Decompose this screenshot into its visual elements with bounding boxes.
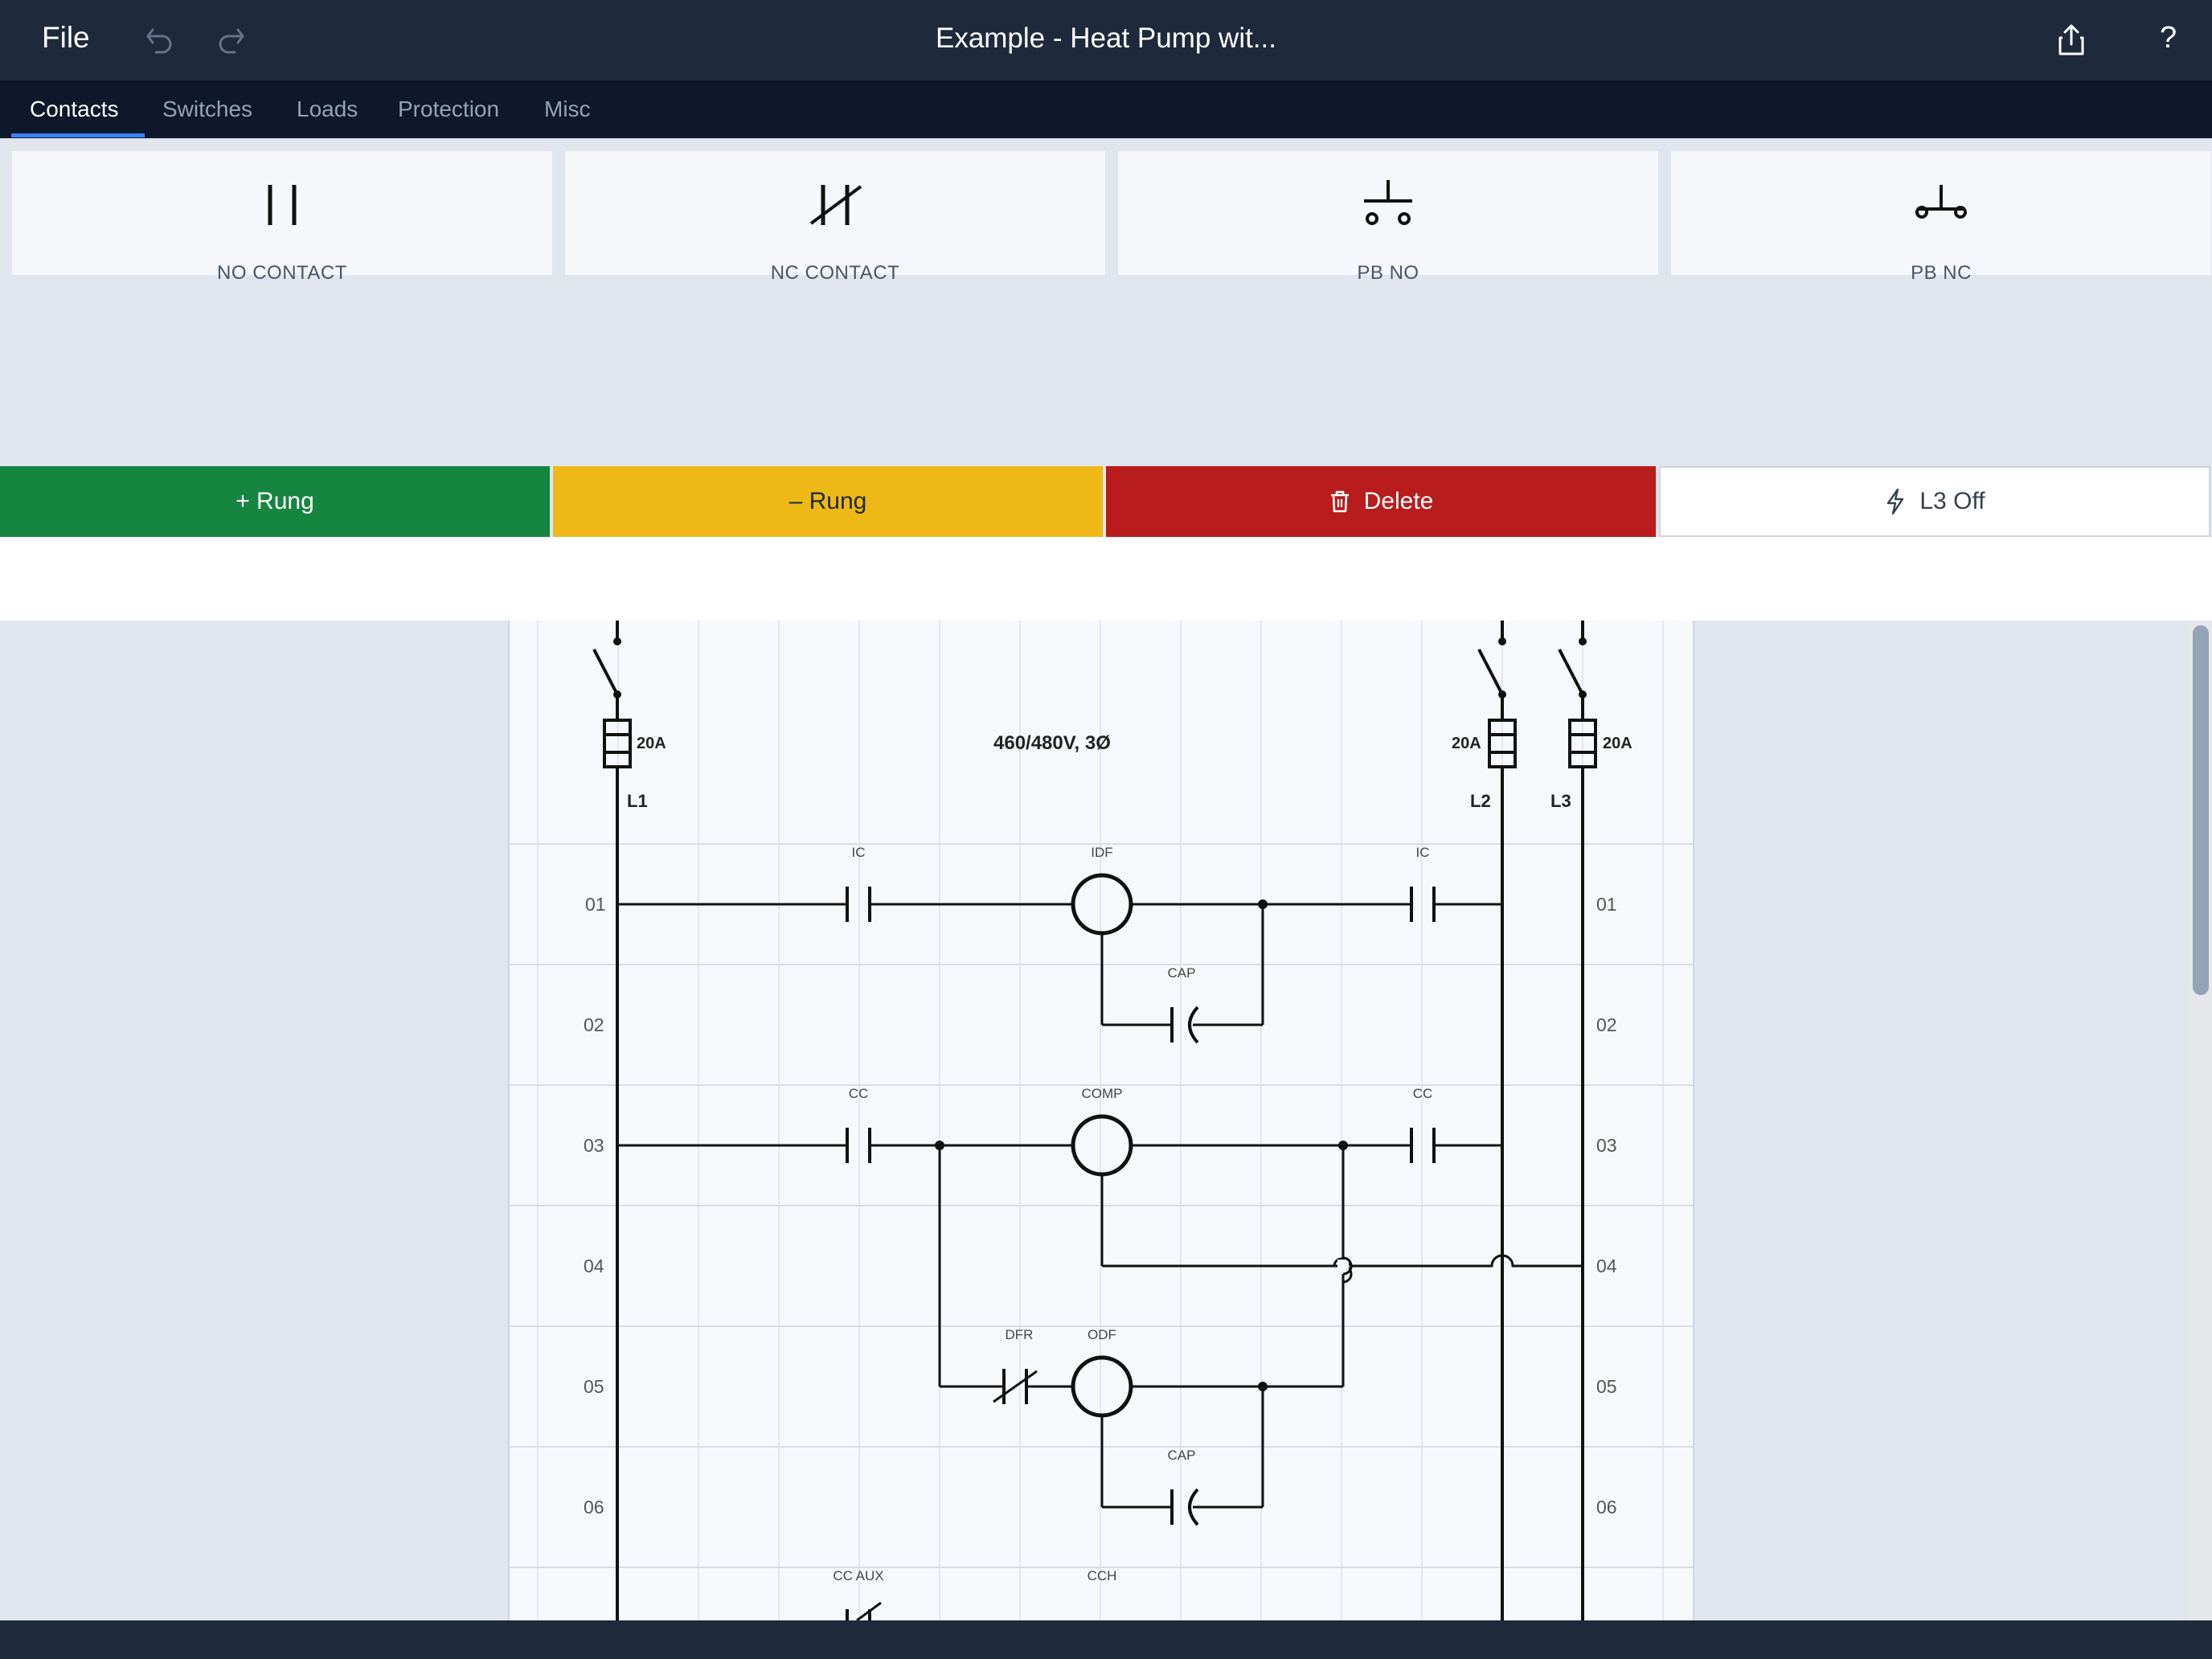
palette-item-no-contact[interactable]: NO CONTACT: [12, 151, 552, 284]
component-label-odf: ODF: [1088, 1327, 1116, 1342]
component-label-cc-aux: CC AUX: [833, 1568, 883, 1583]
line-label-l2: L2: [1470, 791, 1491, 811]
vertical-scrollbar[interactable]: [2189, 622, 2212, 1620]
rung-number-right: 04: [1596, 1256, 1617, 1276]
bottom-bar: [0, 1620, 2212, 1659]
component-label-ic: IC: [852, 845, 866, 860]
rung-number-right: 05: [1596, 1376, 1617, 1397]
component-label-idf: IDF: [1091, 845, 1112, 860]
nc-contact-icon: [809, 185, 862, 225]
component-label-cch: CCH: [1088, 1568, 1117, 1583]
rung-number-right: 02: [1596, 1014, 1617, 1035]
fuse-rating-l3: 20A: [1603, 735, 1632, 752]
action-bar: + Rung – Rung Delete L3 Off: [0, 466, 2212, 537]
fuse-rating-l2: 20A: [1452, 735, 1481, 752]
component-label-cc: CC: [1413, 1086, 1433, 1101]
palette-item-nc-contact[interactable]: NC CONTACT: [565, 151, 1105, 284]
lightning-icon: [1887, 488, 1904, 515]
palette-item-label: PB NO: [1357, 262, 1419, 284]
palette-item-pb-nc[interactable]: PB NC: [1671, 151, 2211, 284]
tab-switches[interactable]: Switches: [162, 96, 252, 122]
rung-number-left: 01: [585, 894, 606, 915]
l3-toggle-button[interactable]: L3 Off: [1659, 466, 2210, 537]
category-tabs: Contacts Switches Loads Protection Misc: [0, 80, 2212, 138]
delete-button[interactable]: Delete: [1106, 466, 1656, 537]
delete-label: Delete: [1363, 488, 1434, 514]
rung-number-left: 06: [584, 1497, 604, 1518]
rung-number-right: 06: [1596, 1497, 1617, 1518]
diagram-sheet[interactable]: 20A 20A 20A 460/480V, 3Ø L1 L2 L3 01 02 …: [508, 621, 1694, 1620]
palette-item-label: NO CONTACT: [217, 262, 347, 284]
add-rung-label: + Rung: [236, 488, 314, 514]
add-rung-button[interactable]: + Rung: [0, 466, 550, 537]
voltage-label: 460/480V, 3Ø: [993, 732, 1111, 754]
diagram-canvas[interactable]: 20A 20A 20A 460/480V, 3Ø L1 L2 L3 01 02 …: [0, 621, 2212, 1620]
component-label-ic: IC: [1416, 845, 1430, 860]
fuse-rating-l1: 20A: [637, 735, 666, 752]
rung-number-right: 01: [1596, 894, 1617, 915]
palette-item-pb-no[interactable]: PB NO: [1118, 151, 1658, 284]
no-contact-icon: [268, 185, 297, 225]
component-palette: NO CONTACT NC CONTACT PB NO PB NC: [0, 138, 2212, 466]
rung-number-left: 05: [584, 1376, 604, 1397]
scrollbar-thumb[interactable]: [2193, 625, 2209, 995]
help-button[interactable]: ?: [2160, 21, 2177, 55]
share-icon[interactable]: [2053, 22, 2090, 59]
document-title: Example - Heat Pump wit...: [935, 23, 1277, 54]
l3-toggle-label: L3 Off: [1919, 488, 1985, 514]
trash-icon: [1330, 490, 1349, 513]
active-tab-indicator: [11, 133, 145, 137]
ladder-diagram[interactable]: 20A 20A 20A 460/480V, 3Ø L1 L2 L3 01 02 …: [510, 621, 1693, 1620]
tab-protection[interactable]: Protection: [398, 96, 499, 122]
tab-misc[interactable]: Misc: [544, 96, 591, 122]
component-label-dfr: DFR: [1006, 1327, 1034, 1342]
component-label-comp: COMP: [1082, 1086, 1123, 1101]
status-strip: [0, 537, 2212, 622]
remove-rung-button[interactable]: – Rung: [553, 466, 1103, 537]
pb-nc-icon: [1915, 185, 1967, 219]
title-bar: File Example - Heat Pump wit... ?: [0, 0, 2212, 80]
line-label-l1: L1: [627, 791, 648, 811]
rung-number-left: 03: [584, 1135, 604, 1156]
palette-item-label: PB NC: [1911, 262, 1972, 284]
remove-rung-label: – Rung: [789, 488, 867, 514]
palette-item-label: NC CONTACT: [770, 262, 900, 284]
rung-number-left: 04: [584, 1256, 604, 1276]
tab-loads[interactable]: Loads: [297, 96, 358, 122]
line-label-l3: L3: [1550, 791, 1571, 811]
component-label-cap: CAP: [1168, 1448, 1196, 1463]
component-label-cap: CAP: [1168, 965, 1196, 981]
rung-number-left: 02: [584, 1014, 604, 1035]
tab-contacts[interactable]: Contacts: [30, 96, 119, 122]
component-label-cc: CC: [849, 1086, 869, 1101]
pb-no-icon: [1364, 180, 1412, 225]
rung-number-right: 03: [1596, 1135, 1617, 1156]
